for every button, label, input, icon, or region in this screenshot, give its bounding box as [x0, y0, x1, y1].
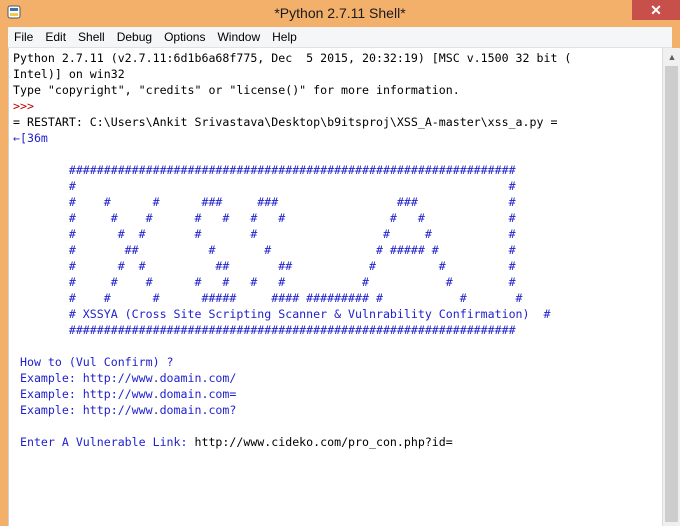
example-line: Example: http://www.domain.com=	[13, 387, 237, 401]
ascii-art-line: # # # # # # # # # #	[13, 275, 516, 289]
idle-shell-window: *Python 2.7.11 Shell* ✕ File Edit Shell …	[0, 0, 680, 526]
menu-help[interactable]: Help	[266, 27, 303, 47]
ascii-art-line: # # # ### ### ### #	[13, 195, 516, 209]
menu-edit[interactable]: Edit	[39, 27, 72, 47]
menu-shell[interactable]: Shell	[72, 27, 111, 47]
how-to-line: How to (Vul Confirm) ?	[13, 355, 174, 369]
vertical-scrollbar[interactable]: ▲	[662, 48, 680, 526]
scroll-up-icon[interactable]: ▲	[663, 48, 680, 65]
input-prompt-label: Enter A Vulnerable Link:	[13, 435, 195, 449]
menu-bar: File Edit Shell Debug Options Window Hel…	[8, 27, 672, 48]
input-value[interactable]: http://www.cideko.com/pro_con.php?id=	[194, 435, 452, 449]
shell-text-area[interactable]: Python 2.7.11 (v2.7.11:6d1b6a68f775, Dec…	[8, 48, 663, 526]
window-title: *Python 2.7.11 Shell*	[274, 5, 406, 21]
escape-sequence-line: ←[36m	[13, 131, 48, 145]
ascii-art-line: # ## # # # ##### # #	[13, 243, 516, 257]
ascii-art-line: ########################################…	[13, 163, 516, 177]
scroll-thumb[interactable]	[665, 66, 678, 522]
ascii-art-line: # #	[13, 179, 516, 193]
ascii-art-line: # # # # # # # #	[13, 227, 516, 241]
ascii-art-line: # # # ##### #### ######### # # #	[13, 291, 523, 305]
input-line: Enter A Vulnerable Link: http://www.cide…	[13, 434, 453, 450]
close-icon[interactable]: ✕	[632, 0, 680, 20]
shell-prompt: >>>	[13, 99, 34, 113]
menu-file[interactable]: File	[8, 27, 39, 47]
example-line: Example: http://www.domain.com?	[13, 403, 237, 417]
example-line: Example: http://www.doamin.com/	[13, 371, 237, 385]
banner-line: Python 2.7.11 (v2.7.11:6d1b6a68f775, Dec…	[13, 51, 572, 65]
banner-line: Intel)] on win32	[13, 67, 125, 81]
ascii-art-caption: # XSSYA (Cross Site Scripting Scanner & …	[13, 307, 551, 321]
title-bar[interactable]: *Python 2.7.11 Shell* ✕	[0, 0, 680, 27]
banner-line: Type "copyright", "credits" or "license(…	[13, 83, 460, 97]
ascii-art-line: ########################################…	[13, 323, 516, 337]
menu-options[interactable]: Options	[158, 27, 211, 47]
ascii-art-line: # # # ## ## # # #	[13, 259, 516, 273]
menu-debug[interactable]: Debug	[111, 27, 158, 47]
restart-line: = RESTART: C:\Users\Ankit Srivastava\Des…	[13, 115, 558, 129]
menu-window[interactable]: Window	[211, 27, 266, 47]
ascii-art-line: # # # # # # # # # #	[13, 211, 516, 225]
